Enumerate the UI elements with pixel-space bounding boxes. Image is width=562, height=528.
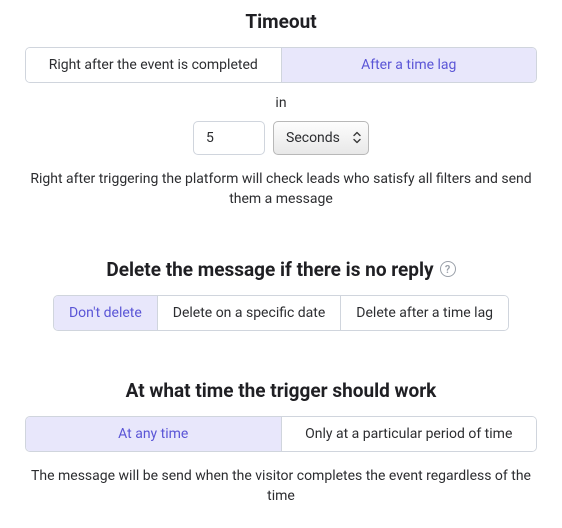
seg-group-timeout: Right after the event is completed After… xyxy=(25,47,537,83)
section-delete: Delete the message if there is no reply … xyxy=(25,258,537,331)
seg-timeout-immediate[interactable]: Right after the event is completed xyxy=(26,48,282,82)
seg-delete-date[interactable]: Delete on a specific date xyxy=(158,296,342,330)
help-icon[interactable]: ? xyxy=(440,261,456,277)
section-when: At what time the trigger should work At … xyxy=(25,379,537,507)
heading-when: At what time the trigger should work xyxy=(25,379,537,402)
heading-delete-text: Delete the message if there is no reply xyxy=(106,258,433,281)
when-helper-text: The message will be send when the visito… xyxy=(25,466,537,507)
timeout-controls: Seconds xyxy=(193,121,369,155)
seg-delete-lag[interactable]: Delete after a time lag xyxy=(341,296,508,330)
seg-group-delete: Don't delete Delete on a specific date D… xyxy=(53,295,509,331)
timeout-unit-wrap: Seconds xyxy=(273,121,369,155)
timeout-config-row: in Seconds xyxy=(25,95,537,155)
timeout-unit-select[interactable]: Seconds xyxy=(273,121,369,155)
heading-delete: Delete the message if there is no reply … xyxy=(25,258,537,281)
seg-group-when: At any time Only at a particular period … xyxy=(25,416,537,452)
timeout-value-input[interactable] xyxy=(193,121,265,155)
section-timeout: Timeout Right after the event is complet… xyxy=(25,10,537,210)
seg-timeout-lag[interactable]: After a time lag xyxy=(282,48,537,82)
seg-delete-none[interactable]: Don't delete xyxy=(54,296,158,330)
timeout-helper-text: Right after triggering the platform will… xyxy=(25,169,537,210)
heading-timeout: Timeout xyxy=(25,10,537,33)
seg-when-any[interactable]: At any time xyxy=(26,417,282,451)
seg-when-period[interactable]: Only at a particular period of time xyxy=(282,417,537,451)
in-label: in xyxy=(25,95,537,111)
